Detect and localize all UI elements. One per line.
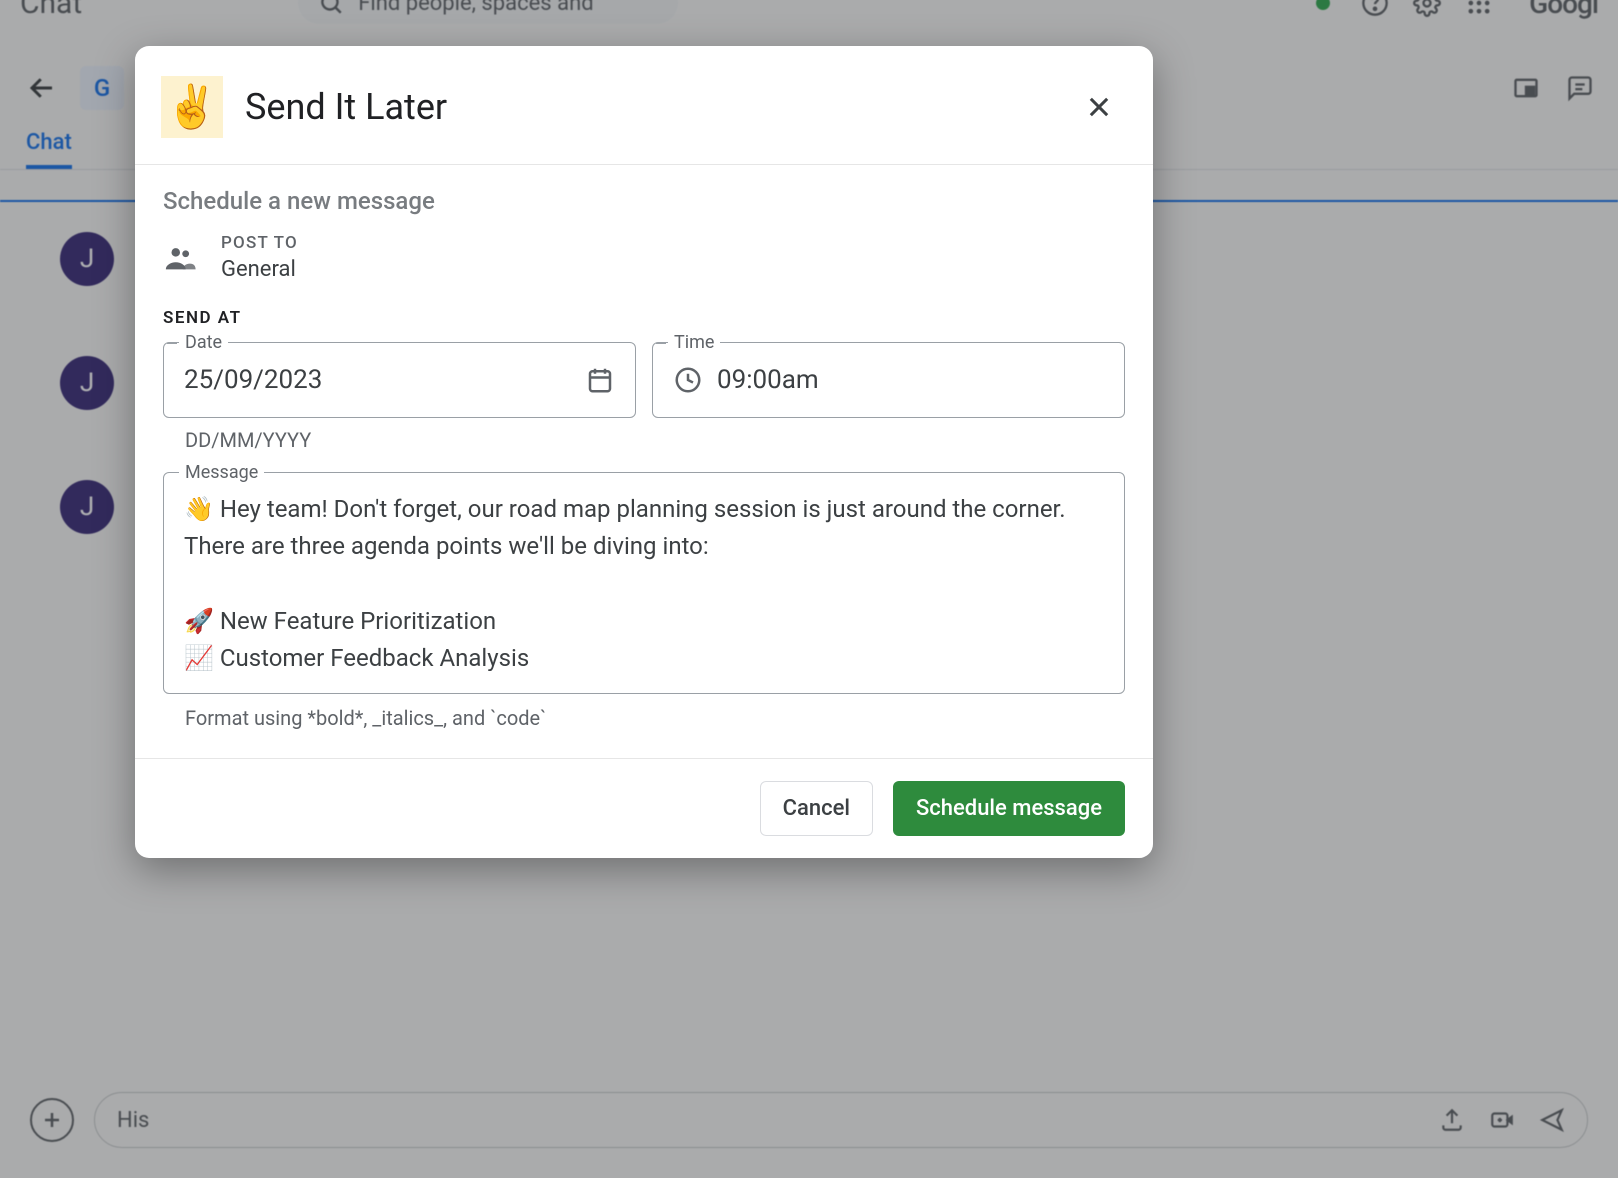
format-help: Format using *bold*, _italics_, and `cod… bbox=[185, 706, 1125, 730]
time-input[interactable] bbox=[717, 365, 1104, 395]
post-to-label: POST TO bbox=[221, 233, 298, 253]
schedule-message-dialog: ✌️ Send It Later Schedule a new message … bbox=[135, 46, 1153, 858]
date-legend: Date bbox=[179, 332, 228, 353]
cancel-button[interactable]: Cancel bbox=[760, 781, 873, 836]
send-at-label: SEND AT bbox=[163, 308, 1125, 328]
post-to-value: General bbox=[221, 257, 298, 282]
message-textarea[interactable] bbox=[184, 491, 1104, 671]
message-field: Message Format using *bold*, _italics_, … bbox=[163, 472, 1125, 730]
calendar-icon[interactable] bbox=[585, 365, 615, 395]
dialog-body: Schedule a new message POST TO General S… bbox=[135, 165, 1153, 740]
dialog-title: Send It Later bbox=[245, 86, 447, 128]
date-helper: DD/MM/YYYY bbox=[185, 428, 636, 452]
schedule-message-button[interactable]: Schedule message bbox=[893, 781, 1125, 836]
time-field: Time bbox=[652, 342, 1125, 452]
message-legend: Message bbox=[179, 462, 264, 483]
dialog-footer: Cancel Schedule message bbox=[135, 758, 1153, 858]
post-to-row: POST TO General bbox=[163, 233, 1125, 282]
date-field: Date DD/MM/YYYY bbox=[163, 342, 636, 452]
close-icon bbox=[1085, 93, 1113, 121]
time-legend: Time bbox=[668, 332, 720, 353]
people-icon bbox=[163, 241, 197, 275]
clock-icon[interactable] bbox=[673, 365, 703, 395]
dialog-header: ✌️ Send It Later bbox=[135, 46, 1153, 164]
dialog-subtitle: Schedule a new message bbox=[163, 187, 1125, 215]
dialog-emoji: ✌️ bbox=[161, 76, 223, 138]
date-input[interactable] bbox=[184, 365, 571, 395]
close-button[interactable] bbox=[1079, 87, 1119, 127]
